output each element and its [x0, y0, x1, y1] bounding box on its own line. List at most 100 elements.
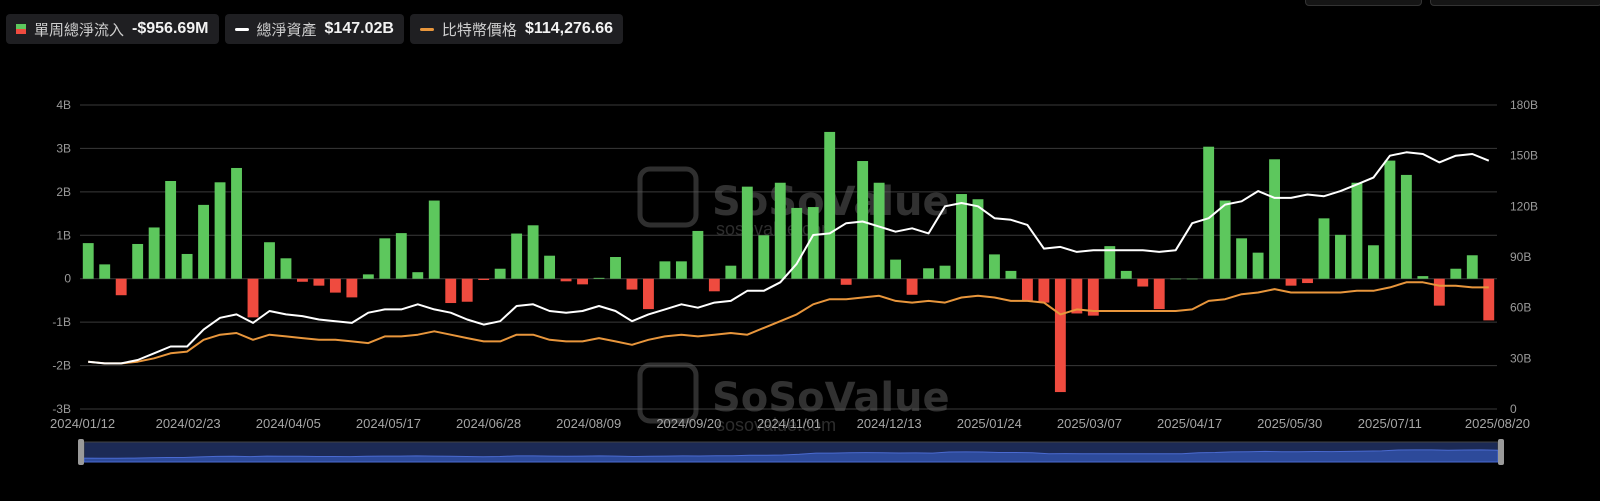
logo-icon: [637, 166, 699, 228]
flow-bar: [329, 278, 341, 293]
flow-bar: [989, 254, 1000, 279]
flow-bar: [395, 233, 407, 279]
x-tick-label: 2024/06/28: [456, 416, 521, 431]
y-tick-label: 90B: [1510, 250, 1531, 264]
flow-bar: [1203, 146, 1215, 279]
flow-bar: [346, 278, 358, 298]
x-tick-label: 2024/05/17: [356, 416, 421, 431]
flow-bar: [1450, 268, 1462, 279]
logo-icon: [637, 362, 699, 424]
flow-bar: [675, 261, 687, 279]
flow-bar: [247, 278, 259, 318]
flow-bar: [906, 278, 918, 295]
flow-bar: [1400, 174, 1412, 279]
flow-bar: [1219, 200, 1231, 279]
grid-lines: [80, 104, 1497, 410]
flow-bar: [132, 243, 144, 279]
flow-bar: [264, 242, 275, 279]
flow-bar: [1071, 278, 1083, 314]
x-tick-label: 2024/08/09: [556, 416, 621, 431]
flow-bar: [1335, 234, 1346, 279]
flow-bar: [1417, 276, 1429, 279]
x-tick-label: 2024/11/01: [757, 416, 821, 431]
flow-bar: [1367, 245, 1379, 279]
flow-bar: [511, 233, 523, 279]
range-navigator[interactable]: [78, 439, 1504, 465]
flow-bar: [1038, 278, 1050, 303]
flow-bar: [824, 131, 836, 279]
flow-bar: [774, 182, 786, 279]
flow-bar: [840, 278, 852, 285]
flow-bar: [758, 235, 770, 279]
navigator-handle-left: [78, 439, 84, 465]
flow-bar: [626, 278, 638, 290]
flow-bar: [445, 278, 457, 304]
flow-bar: [296, 278, 308, 282]
flow-bar: [1236, 238, 1248, 279]
y-tick-label: -3B: [52, 402, 71, 416]
y-tick-label: 30B: [1510, 351, 1531, 365]
y-tick-label: 2B: [56, 185, 71, 199]
flow-bar: [527, 225, 539, 279]
chart-canvas: SoSoValuesosovalue.comSoSoValuesosovalue…: [50, 98, 1538, 465]
flow-bar: [1170, 278, 1182, 280]
x-tick-label: 2025/01/24: [957, 416, 1022, 431]
x-tick-label: 2025/04/17: [1157, 416, 1222, 431]
x-tick-label: 2025/03/07: [1057, 416, 1122, 431]
flow-bar: [412, 272, 424, 279]
flow-bar: [313, 278, 325, 286]
x-tick-label: 2024/09/20: [656, 416, 721, 431]
y-tick-label: 3B: [56, 141, 71, 155]
flow-bar: [494, 268, 506, 279]
flow-bar: [1252, 252, 1264, 279]
navigator-handle-right: [1498, 439, 1504, 465]
flow-bar: [1137, 278, 1149, 287]
flow-bar: [82, 243, 94, 279]
x-tick-label: 2024/04/05: [256, 416, 321, 431]
flow-bar: [1285, 278, 1297, 286]
flow-bar: [1186, 278, 1198, 280]
flow-bar: [214, 182, 226, 279]
flow-bar: [873, 182, 885, 279]
flow-bar: [741, 186, 753, 279]
y-tick-label: 4B: [56, 98, 71, 112]
y-tick-label: 60B: [1510, 301, 1531, 315]
y-tick-label: -1B: [52, 315, 71, 329]
flow-bar: [1384, 160, 1396, 279]
flow-bar: [1153, 278, 1165, 310]
flow-bar: [1054, 278, 1066, 393]
flow-bar: [1318, 218, 1330, 279]
flow-bar: [544, 255, 556, 279]
flow-bar: [939, 265, 951, 279]
y-tick-label: 0: [64, 272, 71, 286]
flow-bar: [708, 278, 720, 292]
y-tick-label: 180B: [1510, 98, 1538, 112]
flow-bar: [428, 200, 440, 279]
flow-bars: [82, 131, 1495, 393]
flow-bar: [148, 227, 160, 279]
flow-bar: [198, 204, 210, 279]
flow-bar: [956, 194, 967, 279]
flow-bar: [478, 278, 490, 281]
flow-bar: [577, 278, 588, 285]
flow-bar: [725, 265, 737, 279]
flow-bar: [890, 259, 902, 279]
x-tick-label: 2025/07/11: [1358, 416, 1422, 431]
flow-bar: [1269, 159, 1281, 279]
flow-bar: [692, 230, 704, 279]
flow-bar: [461, 278, 473, 302]
flow-bar: [1302, 278, 1313, 284]
flow-bar: [99, 264, 111, 279]
y-tick-label: 0: [1510, 402, 1517, 416]
flow-bar: [115, 278, 127, 296]
flow-bar: [362, 274, 374, 279]
flow-bar: [1433, 278, 1445, 306]
flow-bar: [972, 199, 984, 279]
x-tick-label: 2024/02/23: [156, 416, 221, 431]
y-tick-label: 1B: [56, 228, 71, 242]
flow-bar: [857, 161, 869, 279]
btc-price-line: [88, 281, 1489, 365]
flow-bar: [181, 253, 193, 279]
y-axis-right: 180B 150B 120B 90B 60B 30B 0: [1510, 98, 1538, 416]
flow-bar: [1483, 278, 1495, 321]
